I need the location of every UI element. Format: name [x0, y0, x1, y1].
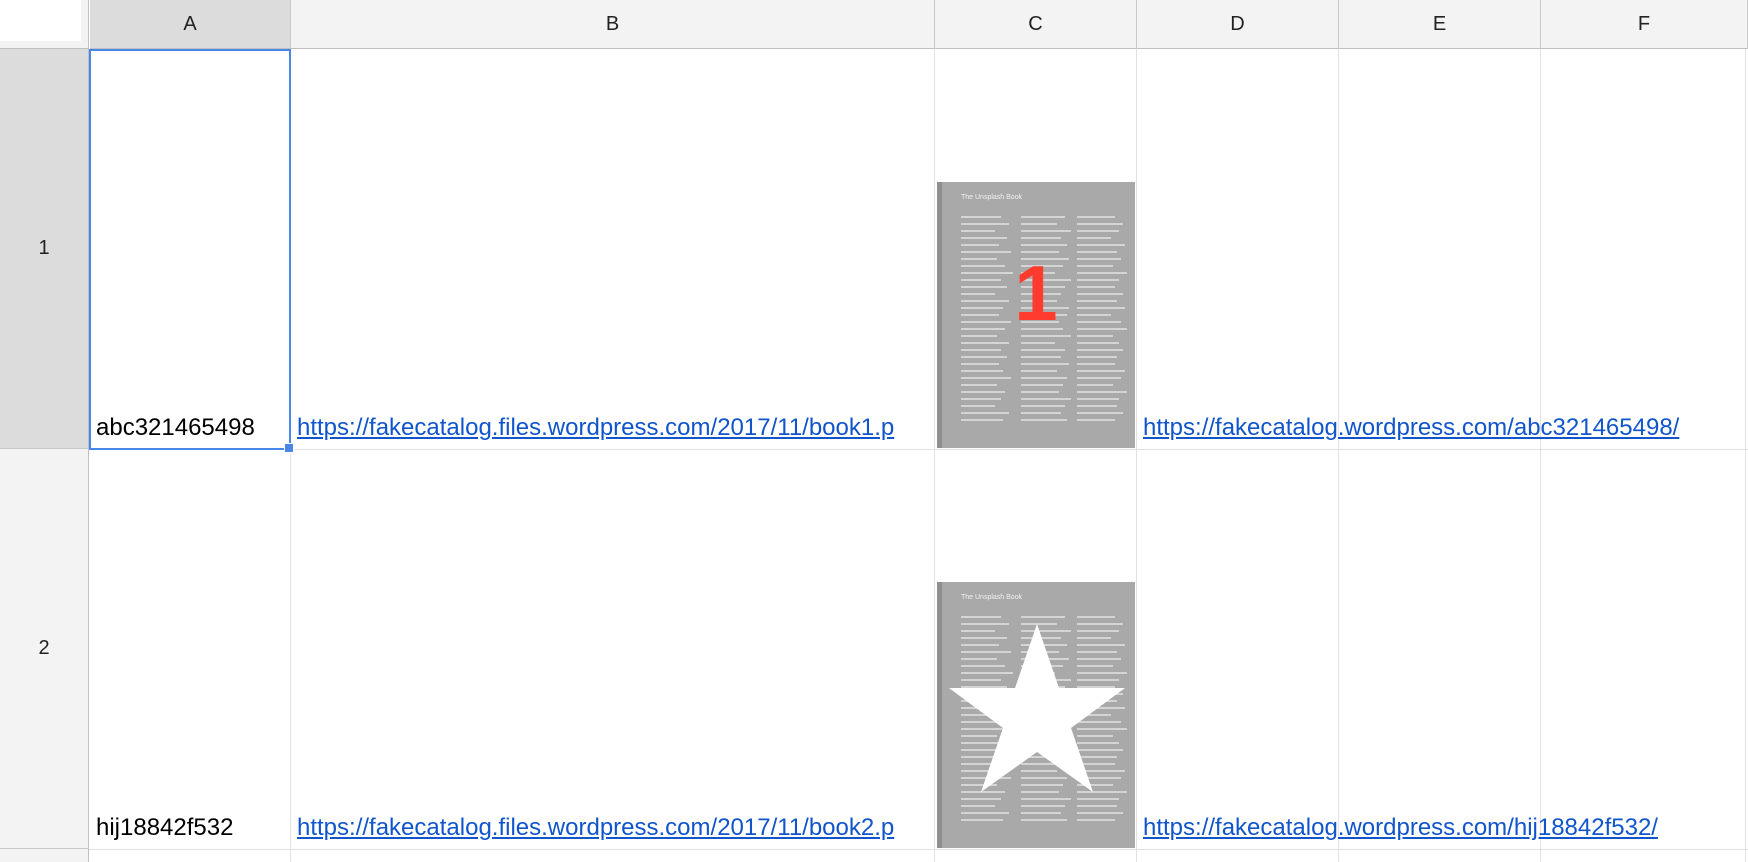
gridline	[1745, 49, 1746, 862]
cell-b1-link[interactable]: https://fakecatalog.files.wordpress.com/…	[291, 413, 934, 443]
book-title: The Unsplash Book	[961, 594, 1023, 601]
gridline	[1338, 49, 1339, 862]
spreadsheet-grid: A B C D E F 1 2 abc321465498 https://fak…	[0, 0, 1748, 862]
star-icon	[949, 624, 1125, 792]
column-header-f[interactable]: F	[1541, 0, 1748, 49]
book-title: The Unsplash Book	[961, 194, 1023, 201]
book-cover-image[interactable]: The Unsplash Book	[937, 582, 1135, 848]
book-spine	[937, 582, 942, 848]
gridline	[89, 849, 1748, 850]
gridline	[934, 49, 935, 862]
gridline	[89, 449, 1748, 450]
row-header-1[interactable]: 1	[0, 49, 89, 449]
name-box-area	[0, 0, 81, 41]
cell-b2-link[interactable]: https://fakecatalog.files.wordpress.com/…	[291, 813, 934, 843]
column-header-e[interactable]: E	[1339, 0, 1541, 49]
gridline	[1136, 49, 1137, 862]
fill-handle[interactable]	[284, 443, 294, 453]
column-header-b[interactable]: B	[291, 0, 935, 49]
cell-d2-link[interactable]: https://fakecatalog.wordpress.com/hij188…	[1137, 813, 1745, 843]
number-overlay: 1	[1014, 249, 1058, 337]
cell-d1-link[interactable]: https://fakecatalog.wordpress.com/abc321…	[1137, 413, 1745, 443]
gridline	[1540, 49, 1541, 862]
row-header-2[interactable]: 2	[0, 449, 89, 849]
book-cover-image[interactable]: The Unsplash Book 1	[937, 182, 1135, 448]
column-header-d[interactable]: D	[1137, 0, 1339, 49]
cell-a2[interactable]: hij18842f532	[90, 813, 290, 843]
row-header-3[interactable]	[0, 849, 89, 862]
column-header-c[interactable]: C	[935, 0, 1137, 49]
column-header-a[interactable]: A	[90, 0, 291, 49]
selected-cell-outline	[89, 49, 291, 450]
